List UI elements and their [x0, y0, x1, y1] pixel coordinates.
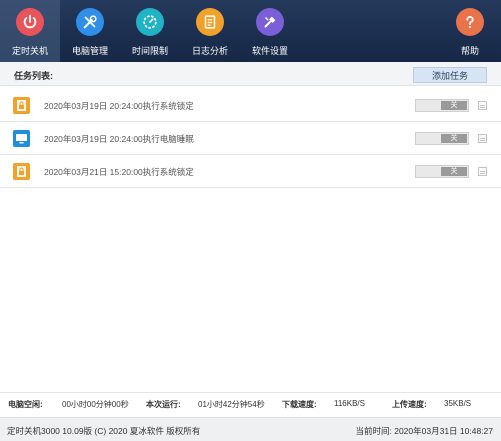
upload-value: 35KB/S	[444, 399, 472, 408]
task-row[interactable]: 2020年03月19日 20:24:00执行系统锁定 关	[0, 89, 501, 122]
run-label: 本次运行:	[146, 400, 181, 409]
log-icon	[196, 8, 224, 36]
help-button[interactable]: 帮助	[440, 0, 500, 62]
delete-task-icon[interactable]	[478, 167, 487, 176]
delete-task-icon[interactable]	[478, 134, 487, 143]
tab-shutdown-timer[interactable]: 定时关机	[0, 0, 60, 62]
power-icon	[16, 8, 44, 36]
help-icon	[456, 8, 484, 36]
main-toolbar: 定时关机 电脑管理 时间限制 日志分析 软件设置 帮助	[0, 0, 501, 62]
task-list-header: 任务列表: 添加任务	[0, 62, 501, 86]
task-toggle[interactable]: 关	[415, 99, 469, 112]
task-row[interactable]: 2020年03月19日 20:24:00执行电脑睡眠 关	[0, 122, 501, 155]
settings-icon	[256, 8, 284, 36]
idle-value: 00小时00分钟00秒	[62, 400, 129, 409]
lock-file-icon	[13, 163, 30, 180]
current-time: 当前时间: 2020年03月31日 10:48:27	[355, 426, 494, 436]
tab-label: 电脑管理	[71, 46, 108, 56]
task-list-title: 任务列表:	[14, 71, 53, 81]
tab-label: 软件设置	[251, 46, 288, 56]
toggle-state: 关	[441, 134, 467, 143]
tab-label: 日志分析	[191, 46, 228, 56]
task-description: 2020年03月21日 15:20:00执行系统锁定	[44, 167, 194, 177]
tab-computer-management[interactable]: 电脑管理	[60, 0, 120, 62]
task-toggle[interactable]: 关	[415, 165, 469, 178]
tab-software-settings[interactable]: 软件设置	[240, 0, 300, 62]
system-stats: 电脑空闲: 00小时00分钟00秒 本次运行: 01小时42分钟54秒 下载速度…	[0, 392, 501, 414]
timer-icon	[136, 8, 164, 36]
task-row[interactable]: 2020年03月21日 15:20:00执行系统锁定 关	[0, 155, 501, 188]
download-value: 116KB/S	[334, 399, 365, 408]
add-task-button[interactable]: 添加任务	[413, 67, 487, 83]
tab-log-analysis[interactable]: 日志分析	[180, 0, 240, 62]
status-bar: 定时关机3000 10.09版 (C) 2020 夏冰软件 版权所有 当前时间:…	[0, 417, 501, 441]
tools-icon	[76, 8, 104, 36]
idle-label: 电脑空闲:	[8, 400, 43, 409]
task-description: 2020年03月19日 20:24:00执行系统锁定	[44, 101, 194, 111]
toggle-state: 关	[441, 167, 467, 176]
lock-file-icon	[13, 97, 30, 114]
tab-label: 时间限制	[131, 46, 168, 56]
run-value: 01小时42分钟54秒	[198, 400, 265, 409]
tab-time-limit[interactable]: 时间限制	[120, 0, 180, 62]
upload-label: 上传速度:	[392, 400, 427, 409]
help-label: 帮助	[460, 46, 479, 56]
download-label: 下载速度:	[282, 400, 317, 409]
tab-label: 定时关机	[11, 46, 48, 56]
toggle-state: 关	[441, 101, 467, 110]
task-toggle[interactable]: 关	[415, 132, 469, 145]
monitor-icon	[13, 130, 30, 147]
task-description: 2020年03月19日 20:24:00执行电脑睡眠	[44, 134, 194, 144]
delete-task-icon[interactable]	[478, 101, 487, 110]
version-text: 定时关机3000 10.09版 (C) 2020 夏冰软件 版权所有	[7, 426, 201, 436]
